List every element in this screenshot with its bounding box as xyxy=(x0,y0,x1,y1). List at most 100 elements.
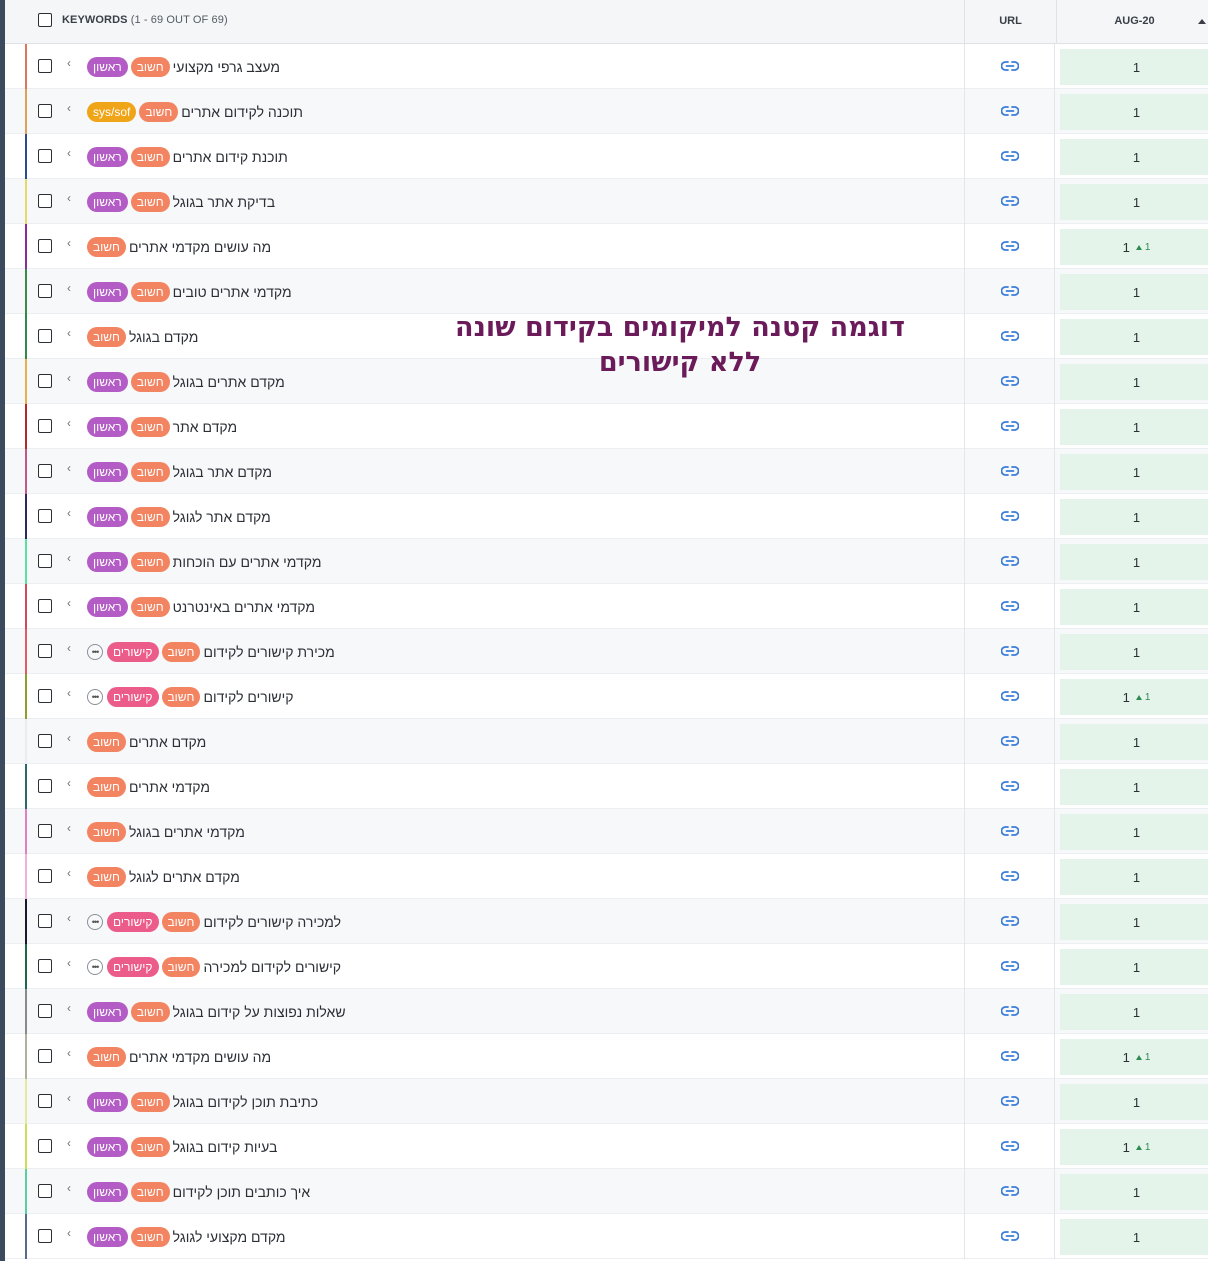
table-row[interactable]: ‹ איך כותבים תוכן לקידום חשוב ראשון 1 xyxy=(5,1169,1208,1214)
tag-first[interactable]: ראשון xyxy=(87,1136,128,1157)
expand-chevron-icon[interactable]: ‹ xyxy=(67,686,71,700)
keyword-text[interactable]: מה עושים מקדמי אתרים xyxy=(129,239,271,255)
tag-sys[interactable]: sys/sof xyxy=(87,101,137,122)
expand-chevron-icon[interactable]: ‹ xyxy=(67,911,71,925)
table-row[interactable]: ‹ מה עושים מקדמי אתרים חשוב 1 1 xyxy=(5,1034,1208,1079)
keyword-text[interactable]: מקדם אתרים בגוגל xyxy=(173,374,285,390)
tag-important[interactable]: חשוב xyxy=(87,866,126,887)
link-icon[interactable] xyxy=(1000,643,1019,661)
expand-chevron-icon[interactable]: ‹ xyxy=(67,866,71,880)
expand-chevron-icon[interactable]: ‹ xyxy=(67,236,71,250)
table-row[interactable]: ‹ מקדמי אתרים בגוגל חשוב 1 xyxy=(5,809,1208,854)
tag-important[interactable]: חשוב xyxy=(161,956,201,977)
keyword-text[interactable]: מקדם אתרים לגוגל xyxy=(129,869,240,885)
tag-first[interactable]: ראשון xyxy=(87,416,128,437)
link-icon[interactable] xyxy=(1000,1138,1019,1156)
keyword-text[interactable]: בדיקת אתר בגוגל xyxy=(173,194,275,210)
tag-important[interactable]: חשוב xyxy=(130,1136,170,1157)
row-checkbox[interactable] xyxy=(38,1004,52,1018)
tag-important[interactable]: חשוב xyxy=(87,236,126,257)
row-checkbox[interactable] xyxy=(38,734,52,748)
row-checkbox[interactable] xyxy=(38,914,52,928)
tag-links[interactable]: קישורים xyxy=(107,911,159,932)
link-icon[interactable] xyxy=(1000,868,1019,886)
link-icon[interactable] xyxy=(1000,958,1019,976)
url-column-header[interactable]: URL xyxy=(964,0,1057,43)
link-icon[interactable] xyxy=(1000,508,1019,526)
expand-chevron-icon[interactable]: ‹ xyxy=(67,596,71,610)
keyword-text[interactable]: קישורים לקידום xyxy=(203,689,293,705)
link-icon[interactable] xyxy=(1000,418,1019,436)
row-checkbox[interactable] xyxy=(38,59,52,73)
expand-chevron-icon[interactable]: ‹ xyxy=(67,731,71,745)
table-row[interactable]: ‹ מקדם אתרים לגוגל חשוב 1 xyxy=(5,854,1208,899)
table-row[interactable]: ‹ קישורים לקידום למכירה חשוב קישורים ••• 1 xyxy=(5,944,1208,989)
row-checkbox[interactable] xyxy=(38,1229,52,1243)
link-icon[interactable] xyxy=(1000,328,1019,346)
table-row[interactable]: ‹ מקדמי אתרים עם הוכחות חשוב ראשון 1 xyxy=(5,539,1208,584)
keyword-text[interactable]: מה עושים מקדמי אתרים xyxy=(129,1049,271,1065)
row-checkbox[interactable] xyxy=(38,329,52,343)
tag-important[interactable]: חשוב xyxy=(130,1226,170,1247)
row-checkbox[interactable] xyxy=(38,869,52,883)
expand-chevron-icon[interactable]: ‹ xyxy=(67,1136,71,1150)
more-tags-icon[interactable]: ••• xyxy=(87,958,103,975)
expand-chevron-icon[interactable]: ‹ xyxy=(67,956,71,970)
tag-first[interactable]: ראשון xyxy=(87,596,128,617)
keyword-text[interactable]: מקדם מקצועי לגוגל xyxy=(173,1229,286,1245)
link-icon[interactable] xyxy=(1000,913,1019,931)
tag-important[interactable]: חשוב xyxy=(130,1001,170,1022)
table-row[interactable]: ‹ מקדמי אתרים באינטרנט חשוב ראשון 1 xyxy=(5,584,1208,629)
row-checkbox[interactable] xyxy=(38,644,52,658)
tag-important[interactable]: חשוב xyxy=(139,101,179,122)
link-icon[interactable] xyxy=(1000,1228,1019,1246)
expand-chevron-icon[interactable]: ‹ xyxy=(67,641,71,655)
keyword-text[interactable]: מקדם אתר לגוגל xyxy=(173,509,271,525)
keyword-text[interactable]: מקדמי אתרים באינטרנט xyxy=(173,599,315,615)
more-tags-icon[interactable]: ••• xyxy=(87,643,103,660)
tag-important[interactable]: חשוב xyxy=(130,371,170,392)
keyword-text[interactable]: מעצב גרפי מקצועי xyxy=(173,59,280,75)
row-checkbox[interactable] xyxy=(38,149,52,163)
table-row[interactable]: ‹ מקדם אתרים חשוב 1 xyxy=(5,719,1208,764)
table-row[interactable]: ‹ תוכנה לקידום אתרים חשוב sys/sof 1 xyxy=(5,89,1208,134)
tag-important[interactable]: חשוב xyxy=(87,821,126,842)
keyword-text[interactable]: מקדמי אתרים בגוגל xyxy=(129,824,245,840)
expand-chevron-icon[interactable]: ‹ xyxy=(67,1001,71,1015)
tag-first[interactable]: ראשון xyxy=(87,1001,128,1022)
link-icon[interactable] xyxy=(1000,373,1019,391)
table-row[interactable]: ‹ בעיות קידום בגוגל חשוב ראשון 1 1 xyxy=(5,1124,1208,1169)
link-icon[interactable] xyxy=(1000,193,1019,211)
row-checkbox[interactable] xyxy=(38,599,52,613)
keyword-text[interactable]: מקדמי אתרים טובים xyxy=(173,284,292,300)
expand-chevron-icon[interactable]: ‹ xyxy=(67,146,71,160)
link-icon[interactable] xyxy=(1000,553,1019,571)
tag-links[interactable]: קישורים xyxy=(107,641,159,662)
keyword-text[interactable]: שאלות נפוצות על קידום בגוגל xyxy=(173,1004,346,1020)
table-row[interactable]: ‹ תוכנת קידום אתרים חשוב ראשון 1 xyxy=(5,134,1208,179)
row-checkbox[interactable] xyxy=(38,419,52,433)
keyword-text[interactable]: מכירת קישורים לקידום xyxy=(203,644,334,660)
expand-chevron-icon[interactable]: ‹ xyxy=(67,101,71,115)
link-icon[interactable] xyxy=(1000,58,1019,76)
keyword-text[interactable]: תוכנת קידום אתרים xyxy=(173,149,288,165)
tag-important[interactable]: חשוב xyxy=(87,776,126,797)
row-checkbox[interactable] xyxy=(38,689,52,703)
table-row[interactable]: ‹ מקדמי אתרים חשוב 1 xyxy=(5,764,1208,809)
more-tags-icon[interactable]: ••• xyxy=(87,913,103,930)
tag-important[interactable]: חשוב xyxy=(161,686,201,707)
tag-important[interactable]: חשוב xyxy=(130,416,170,437)
sort-arrow-icon[interactable] xyxy=(1198,19,1206,24)
row-checkbox[interactable] xyxy=(38,374,52,388)
tag-important[interactable]: חשוב xyxy=(130,191,170,212)
row-checkbox[interactable] xyxy=(38,194,52,208)
row-checkbox[interactable] xyxy=(38,239,52,253)
expand-chevron-icon[interactable]: ‹ xyxy=(67,371,71,385)
link-icon[interactable] xyxy=(1000,148,1019,166)
table-row[interactable]: ‹ מה עושים מקדמי אתרים חשוב 1 1 xyxy=(5,224,1208,269)
link-icon[interactable] xyxy=(1000,463,1019,481)
tag-first[interactable]: ראשון xyxy=(87,551,128,572)
row-checkbox[interactable] xyxy=(38,1094,52,1108)
expand-chevron-icon[interactable]: ‹ xyxy=(67,551,71,565)
tag-first[interactable]: ראשון xyxy=(87,1181,128,1202)
